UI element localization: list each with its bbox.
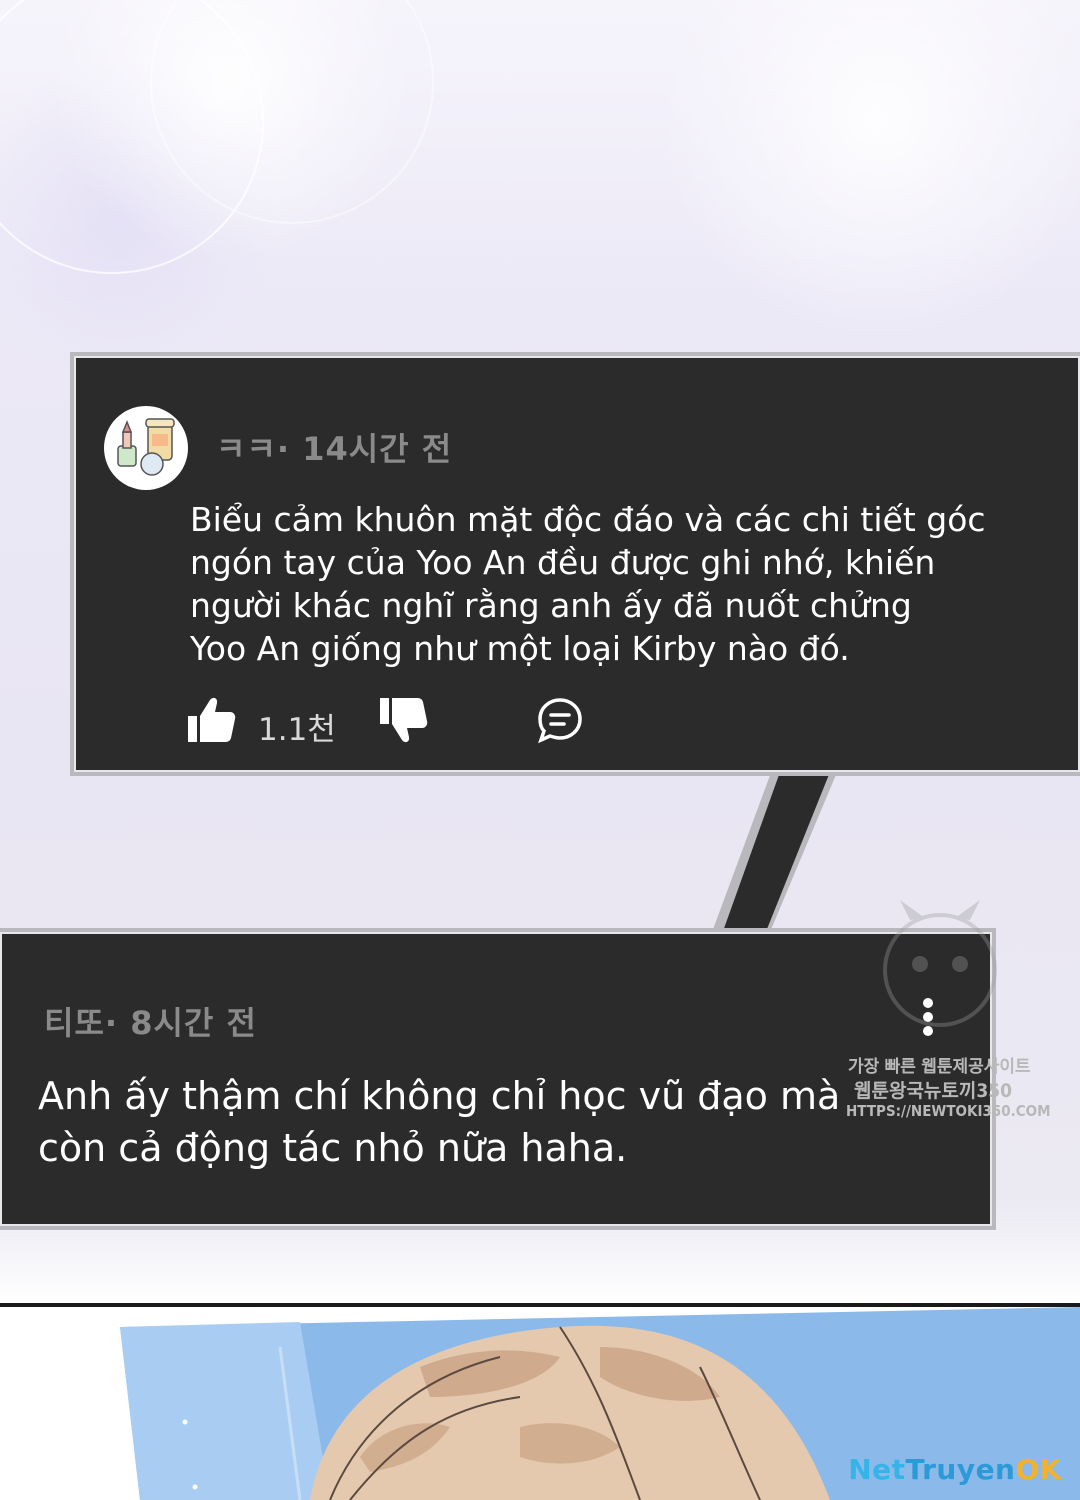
comment-card-2: 티또· 8시간 전 Anh ấy thậm chí không chỉ học …: [0, 928, 996, 1230]
comment-meta: ㅋㅋ· 14시간 전: [216, 430, 453, 468]
like-count: 1.1천: [258, 712, 336, 748]
brand-logo: NetTruyenOK: [848, 1453, 1062, 1486]
comment-meta: 티또· 8시간 전: [44, 1004, 257, 1042]
comment-author: 티또: [44, 1004, 105, 1042]
thumbs-down-icon[interactable]: [378, 694, 430, 750]
comment-time: 8시간 전: [130, 1004, 257, 1042]
comment-body: Anh ấy thậm chí không chỉ học vũ đạo mà …: [38, 1074, 841, 1170]
comment-actions: 1.1천: [186, 694, 606, 750]
more-vertical-icon[interactable]: [918, 996, 938, 1044]
reply-icon[interactable]: [536, 696, 584, 748]
thumbs-up-icon[interactable]: [186, 694, 238, 750]
comment-author: ㅋㅋ: [216, 430, 277, 468]
comment-time: 14시간 전: [302, 430, 453, 468]
bottom-illustration: NetTruyenOK: [0, 1307, 1080, 1500]
comment-body: Biểu cảm khuôn mặt độc đáo và các chi ti…: [190, 500, 986, 668]
comment-card-1: ㅋㅋ· 14시간 전 Biểu cảm khuôn mặt độc đáo và…: [70, 352, 1080, 776]
cosmetics-avatar-icon[interactable]: [104, 406, 188, 490]
